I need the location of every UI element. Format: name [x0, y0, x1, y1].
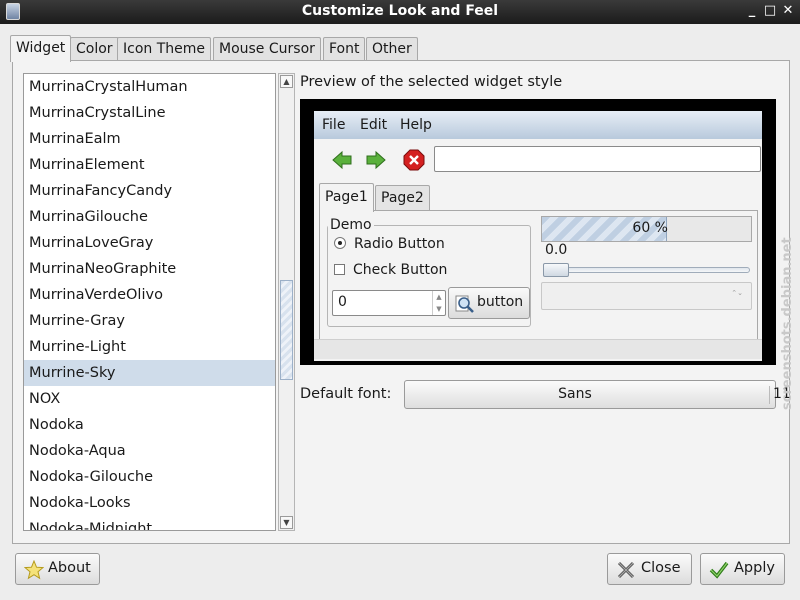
scale-trough[interactable]: [544, 267, 750, 273]
preview-menu-file[interactable]: File: [322, 117, 345, 133]
preview-label: Preview of the selected widget style: [300, 74, 563, 90]
maximize-button[interactable]: □: [762, 3, 778, 19]
list-item[interactable]: Nodoka-Looks: [24, 490, 275, 516]
checkmark-icon: [709, 561, 729, 579]
radio-button[interactable]: Radio Button: [334, 236, 445, 252]
progress-text: 60 %: [632, 220, 668, 236]
list-item[interactable]: MurrinaGilouche: [24, 204, 275, 230]
list-item[interactable]: MurrinaCrystalHuman: [24, 74, 275, 100]
list-item[interactable]: Nodoka: [24, 412, 275, 438]
preview-menu-edit[interactable]: Edit: [360, 117, 387, 133]
spin-value: 0: [338, 294, 347, 310]
tab-color[interactable]: Color: [70, 37, 119, 61]
preview-spin-button[interactable]: 0 ▲ ▼: [332, 290, 446, 316]
checkbox-indicator-icon: [334, 264, 345, 275]
preview-menubar: File Edit Help: [314, 111, 762, 139]
tab-mouse-cursor[interactable]: Mouse Cursor: [213, 37, 321, 61]
stop-icon[interactable]: [403, 149, 425, 171]
progress-bar: 60 %: [541, 216, 752, 242]
theme-list[interactable]: MurrinaCrystalHuman MurrinaCrystalLine Mur…: [23, 73, 276, 531]
close-icon: [617, 561, 635, 579]
default-font-label: Default font:: [300, 386, 392, 402]
window-title: Customize Look and Feel: [301, 3, 499, 19]
list-item[interactable]: MurrinaLoveGray: [24, 230, 275, 256]
scrollbar-thumb[interactable]: [280, 280, 293, 380]
list-item[interactable]: MurrinaNeoGraphite: [24, 256, 275, 282]
font-name: Sans: [558, 386, 592, 402]
list-item[interactable]: Murrine-Light: [24, 334, 275, 360]
preview-window: File Edit Help Page1 Page2 Demo Radio Bu: [314, 111, 762, 361]
scroll-up-arrow-icon[interactable]: ▲: [280, 75, 293, 88]
apply-button-label: Apply: [734, 560, 775, 576]
list-item[interactable]: Nodoka-Aqua: [24, 438, 275, 464]
preview-tab-page1[interactable]: Page1: [319, 183, 374, 212]
back-arrow-icon[interactable]: [331, 149, 353, 171]
list-item[interactable]: Nodoka-Midnight: [24, 516, 275, 530]
preview-text-entry[interactable]: [434, 146, 761, 172]
preview-button[interactable]: button: [448, 287, 530, 319]
list-item[interactable]: Murrine-Gray: [24, 308, 275, 334]
list-item[interactable]: Nodoka-Gilouche: [24, 464, 275, 490]
preview-combo-box[interactable]: ⌃⌄: [541, 282, 752, 310]
zoom-icon: [455, 295, 474, 313]
check-button[interactable]: Check Button: [334, 262, 447, 278]
preview-statusbar: [314, 339, 762, 359]
font-separator: [769, 386, 770, 404]
tab-widget[interactable]: Widget: [10, 35, 72, 62]
about-button-label: About: [48, 560, 91, 576]
apply-button[interactable]: Apply: [700, 553, 785, 585]
close-button[interactable]: Close: [607, 553, 692, 585]
close-button-label: Close: [641, 560, 681, 576]
combo-arrows-icon: ⌃⌄: [731, 289, 743, 297]
list-item[interactable]: MurrinaCrystalLine: [24, 100, 275, 126]
tab-other[interactable]: Other: [366, 37, 418, 61]
preview-frame: File Edit Help Page1 Page2 Demo Radio Bu: [300, 99, 776, 365]
list-item[interactable]: MurrinaElement: [24, 152, 275, 178]
preview-menu-help[interactable]: Help: [400, 117, 432, 133]
about-button[interactable]: About: [15, 553, 100, 585]
tab-icon-theme[interactable]: Icon Theme: [117, 37, 212, 61]
title-bar: Customize Look and Feel _ □ ✕: [0, 0, 800, 24]
scale-value: 0.0: [545, 242, 568, 258]
radio-button-label: Radio Button: [354, 236, 445, 252]
font-chooser-button[interactable]: Sans 11: [404, 380, 791, 409]
close-window-button[interactable]: ✕: [780, 3, 796, 19]
list-item[interactable]: MurrinaFancyCandy: [24, 178, 275, 204]
list-item[interactable]: MurrinaVerdeOlivo: [24, 282, 275, 308]
scroll-down-arrow-icon[interactable]: ▼: [280, 516, 293, 529]
preview-button-label: button: [477, 294, 524, 310]
tab-font[interactable]: Font: [323, 37, 366, 61]
theme-list-scrollbar[interactable]: ▲ ▼: [278, 73, 295, 531]
minimize-button[interactable]: _: [744, 3, 760, 19]
list-item[interactable]: NOX: [24, 386, 275, 412]
preview-tab-page2[interactable]: Page2: [375, 185, 430, 211]
check-button-label: Check Button: [353, 262, 448, 278]
radio-indicator-icon: [334, 237, 346, 249]
star-icon: [24, 560, 44, 580]
scale-slider[interactable]: [543, 263, 569, 277]
list-item[interactable]: Murrine-Sky: [24, 360, 275, 386]
watermark: screenshots.debian.net: [780, 237, 795, 410]
spin-arrows-icon[interactable]: ▲ ▼: [432, 291, 445, 315]
demo-frame-label: Demo: [328, 217, 374, 233]
forward-arrow-icon[interactable]: [365, 149, 387, 171]
list-item[interactable]: MurrinaEalm: [24, 126, 275, 152]
